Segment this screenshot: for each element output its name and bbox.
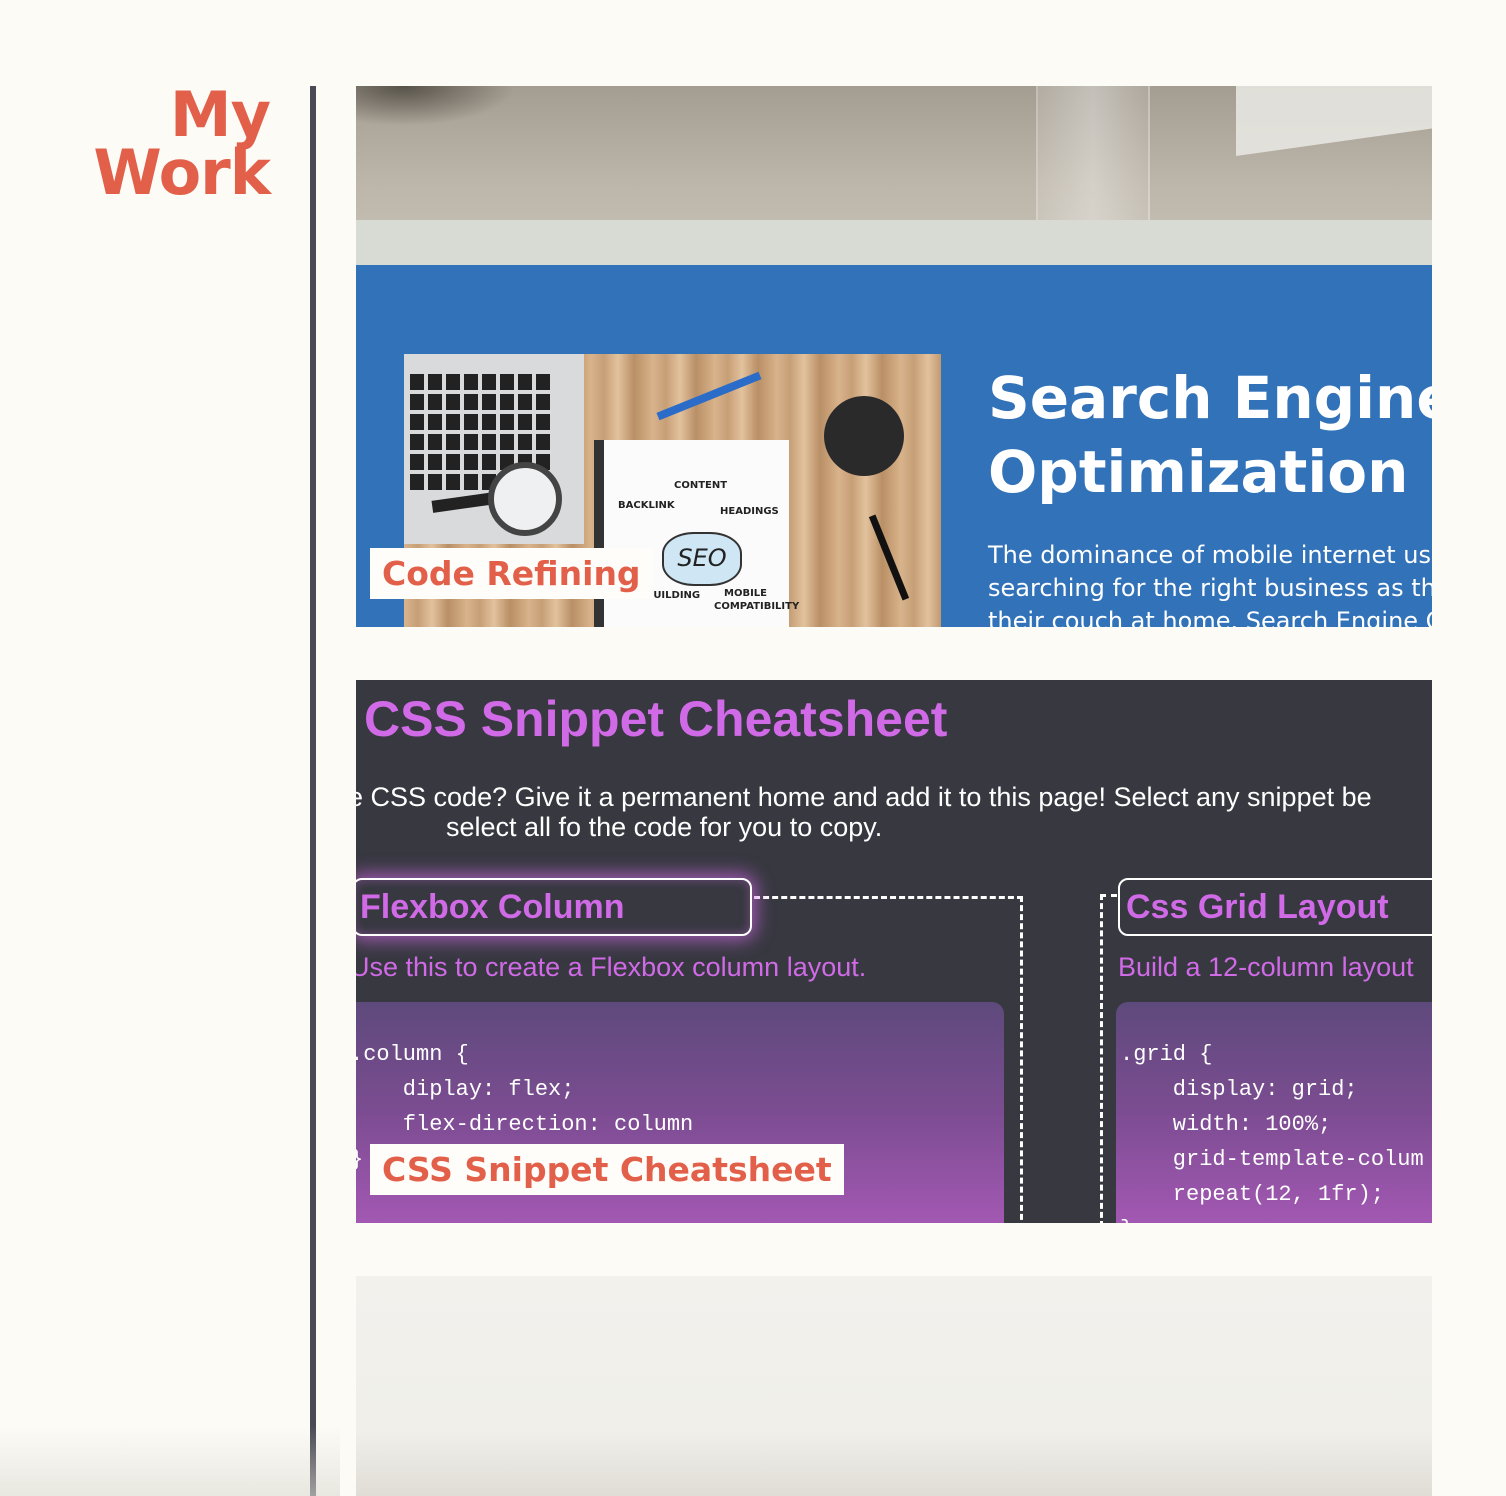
project-card-code-refining[interactable]: CONTENT BACKLINK HEADINGS SEO LINK BUILD… [356,265,1432,627]
css-intro-line-2: select all fo the code for you to copy. [446,812,883,842]
seo-body-line-2: searching for the right business as they [988,574,1432,602]
section-heading: My Work [93,84,271,209]
glass-image [1036,86,1150,220]
bottom-shadow [0,1426,340,1496]
seo-title: Search Engine Optimization [988,361,1432,509]
dashed-border [1100,894,1117,1223]
snippet-title-grid: Css Grid Layout [1118,878,1432,936]
magnifier-icon [488,462,562,536]
marker-image [868,514,910,601]
snippet-desc-grid: Build a 12-column layout [1118,952,1414,982]
snippet-title-flexbox: Flexbox Column [356,878,752,936]
nb-backlink: BACKLINK [618,500,675,511]
photo-shadow [356,86,516,126]
project-card-next[interactable] [356,1276,1432,1496]
project-label-css-snippet[interactable]: CSS Snippet Cheatsheet [370,1144,844,1195]
nb-compat: COMPATIBILITY [714,601,800,612]
code-grid: .grid { display: grid; width: 100%; grid… [1120,1042,1424,1223]
nb-content: CONTENT [674,480,728,491]
pencil-cup-image [824,396,904,476]
snippet-desc-flexbox: Use this to create a Flexbox column layo… [356,952,867,982]
nb-mobile: MOBILE [724,588,767,599]
seo-body-line-1: The dominance of mobile internet use [988,541,1432,569]
project-card-css-snippet[interactable]: CSS Snippet Cheatsheet e CSS code? Give … [356,680,1432,1223]
seo-body: The dominance of mobile internet use sea… [988,539,1432,627]
pen-image [656,371,762,421]
vertical-divider [310,86,316,1496]
nb-seo-cloud: SEO [662,532,742,586]
heading-line-2: Work [93,136,271,209]
project-card-photo-top[interactable] [356,86,1432,266]
seo-title-line-1: Search Engine [988,364,1432,432]
photo-table-edge [356,220,1432,266]
css-intro-line-1: e CSS code? Give it a permanent home and… [356,782,1372,812]
project-label-code-refining[interactable]: Code Refining [370,548,653,599]
paper-image [1236,86,1432,156]
nb-headings: HEADINGS [720,506,779,517]
seo-title-line-2: Optimization [988,438,1409,506]
seo-body-line-3: their couch at home. Search Engine Op [988,607,1432,627]
css-title: CSS Snippet Cheatsheet [364,691,948,747]
